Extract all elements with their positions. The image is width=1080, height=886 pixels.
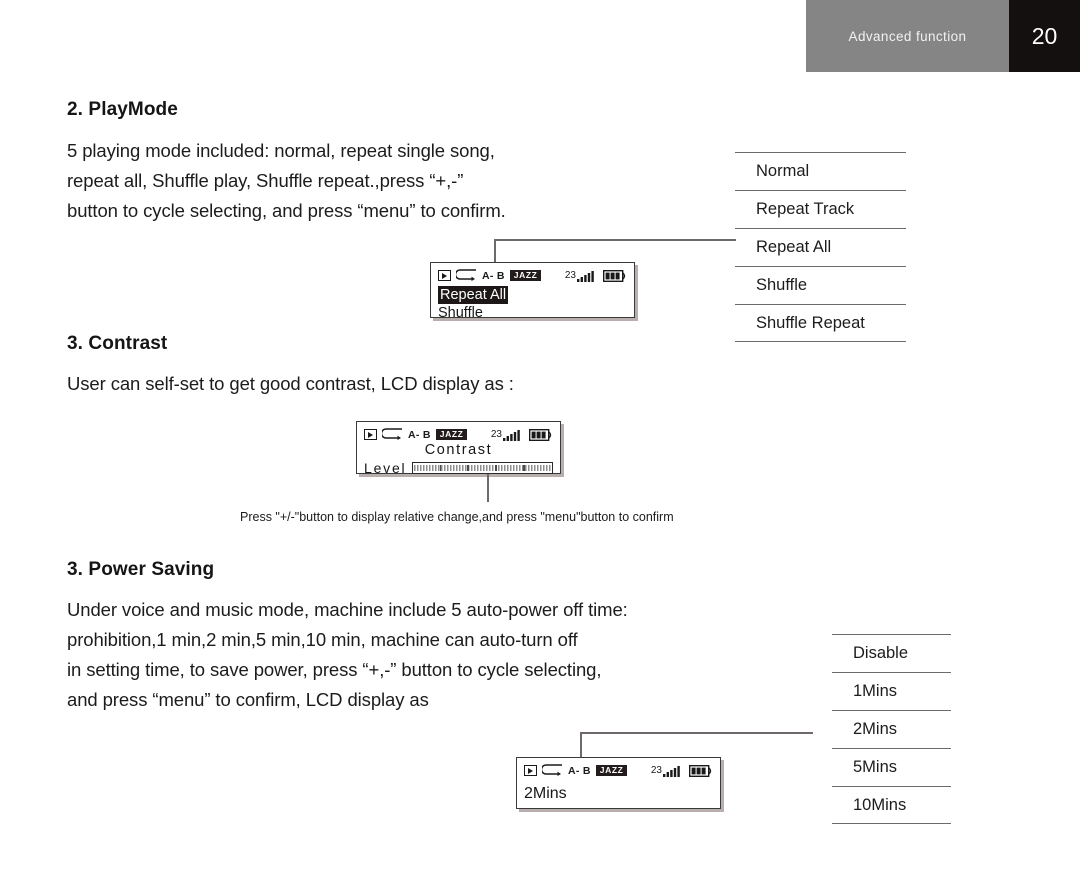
option-label: Shuffle Repeat [756, 313, 865, 332]
lcd-power-saving: A- B JAZZ 23 2Mins [516, 757, 721, 809]
lcd-status-bar: A- B JAZZ 23 [524, 763, 713, 778]
ab-repeat-label: A- B [408, 428, 431, 441]
option-label: 2Mins [853, 720, 898, 738]
option-label: Disable [853, 644, 909, 662]
genre-badge: JAZZ [595, 764, 628, 777]
lcd-status-bar: A- B JAZZ 23 [438, 268, 627, 283]
connector-line-powersave-horizontal [580, 732, 813, 734]
play-icon [364, 429, 377, 440]
option-shuffle[interactable]: Shuffle [735, 266, 906, 304]
option-label: 10Mins [853, 795, 907, 814]
contrast-body: User can self-set to get good contrast, … [67, 373, 514, 394]
genre-badge: JAZZ [509, 269, 542, 282]
lcd-selected-item: Repeat All [438, 286, 509, 304]
power-saving-heading: 3. Power Saving [67, 559, 215, 580]
contrast-level-slider[interactable] [412, 462, 553, 474]
lcd-contrast-title: Contrast [424, 442, 493, 458]
playmode-heading: 2. PlayMode [67, 99, 178, 120]
ab-repeat-label: A- B [568, 764, 591, 777]
signal-bars-icon [577, 270, 594, 282]
page-header: Advanced function 20 [806, 0, 1080, 72]
option-5mins[interactable]: 5Mins [832, 748, 951, 786]
power-saving-option-menu[interactable]: Disable 1Mins 2Mins 5Mins 10Mins [832, 634, 951, 824]
option-label: 5Mins [853, 758, 898, 776]
option-label: Shuffle [756, 276, 808, 294]
page-number: 20 [1031, 22, 1058, 49]
playmode-body: 5 playing mode included: normal, repeat … [67, 140, 506, 221]
option-label: Repeat Track [756, 200, 855, 218]
volume-value: 23 [490, 429, 502, 440]
option-1mins[interactable]: 1Mins [832, 672, 951, 710]
lcd-playmode: A- B JAZZ 23 Repeat All Shuffle [430, 262, 635, 321]
playmode-option-menu[interactable]: Normal Repeat Track Repeat All Shuffle S… [735, 152, 906, 342]
lcd-next-item: Shuffle [438, 305, 483, 321]
signal-bars-icon [503, 429, 520, 441]
battery-icon [689, 764, 712, 777]
repeat-icon [382, 428, 402, 440]
option-disable[interactable]: Disable [832, 634, 951, 672]
repeat-icon [456, 269, 476, 281]
battery-icon [529, 428, 552, 441]
option-shuffle-repeat[interactable]: Shuffle Repeat [735, 304, 906, 342]
volume-value: 23 [564, 270, 576, 281]
play-icon [524, 765, 537, 776]
option-label: Normal [756, 162, 810, 180]
contrast-level-row: Level [364, 460, 553, 476]
connector-line-playmode-horizontal [494, 239, 736, 241]
header-page-block: 20 [1009, 0, 1080, 72]
lcd-status-bar: A- B JAZZ 23 [364, 427, 553, 442]
signal-bars-icon [663, 765, 680, 777]
option-label: 1Mins [853, 682, 898, 700]
connector-line-contrast-vertical [487, 474, 489, 502]
genre-badge: JAZZ [435, 428, 468, 441]
page-title: Advanced function [848, 28, 967, 44]
option-2mins[interactable]: 2Mins [832, 710, 951, 748]
contrast-level-label: Level [364, 460, 407, 476]
option-10mins[interactable]: 10Mins [832, 786, 951, 824]
repeat-icon [542, 764, 562, 776]
volume-value: 23 [650, 765, 662, 776]
option-repeat-all[interactable]: Repeat All [735, 228, 906, 266]
option-repeat-track[interactable]: Repeat Track [735, 190, 906, 228]
lcd-selected-item: 2Mins [524, 785, 567, 802]
option-label: Repeat All [756, 238, 832, 256]
play-icon [438, 270, 451, 281]
ab-repeat-label: A- B [482, 269, 505, 282]
contrast-heading: 3. Contrast [67, 333, 168, 354]
header-title-block: Advanced function [806, 0, 1009, 72]
battery-icon [603, 269, 626, 282]
power-saving-body: Under voice and music mode, machine incl… [67, 599, 628, 710]
option-normal[interactable]: Normal [735, 152, 906, 190]
lcd-contrast: A- B JAZZ 23 Contrast Level [356, 421, 561, 476]
contrast-caption: Press "+/-"button to display relative ch… [240, 510, 674, 524]
